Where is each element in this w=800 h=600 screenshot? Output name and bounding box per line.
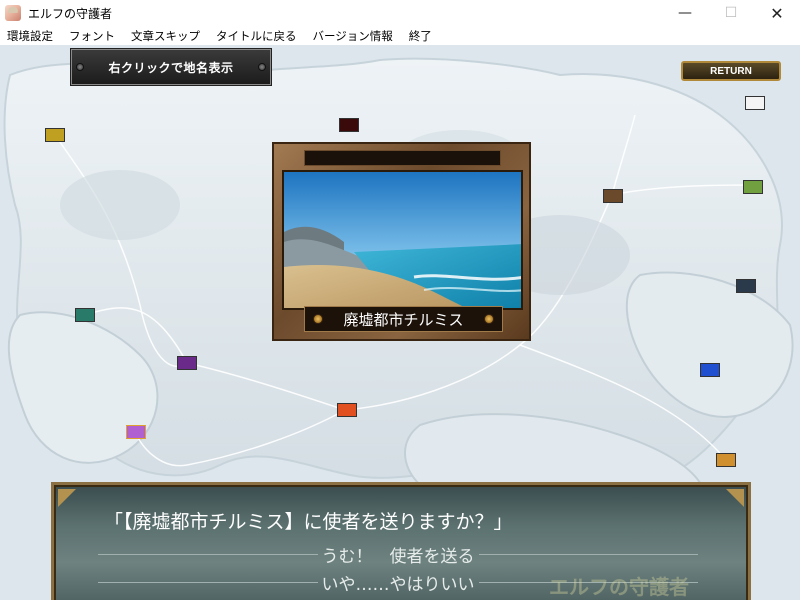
choice-send-envoy[interactable]: うむ！ 使者を送る (98, 543, 698, 567)
return-label: RETURN (710, 65, 752, 77)
return-button[interactable]: RETURN (681, 61, 781, 81)
terrain-shading (60, 170, 180, 240)
beach-illustration (284, 172, 521, 308)
menu-item-settings[interactable]: 環境設定 (0, 28, 61, 44)
hint-label: 右クリックで地名表示 (108, 60, 234, 75)
app-icon (5, 5, 21, 21)
map-marker[interactable] (700, 363, 720, 377)
ornament-icon (313, 314, 323, 324)
ornament-icon (484, 314, 494, 324)
minimize-button[interactable]: — (662, 0, 708, 26)
choice-label: いや……やはりいい (321, 574, 475, 595)
dialog-box: 「【廃墟都市チルミス】に使者を送りますか？」 うむ！ 使者を送る いや……やはり… (51, 482, 751, 600)
corner-ornament-icon (58, 489, 76, 507)
game-screen: 右クリックで地名表示 RETURN 廃墟都市チルミス 「【廃墟都市チルミス】に使… (0, 45, 800, 600)
map-marker[interactable] (45, 128, 65, 142)
choice-label: うむ！ 使者を送る (321, 546, 475, 567)
menu-item-version-info[interactable]: バージョン情報 (305, 28, 401, 44)
game-logo-watermark: エルフの守護者 (549, 575, 689, 599)
menu-bar: 環境設定 フォント 文章スキップ タイトルに戻る バージョン情報 終了 (0, 26, 800, 45)
menu-item-return-title[interactable]: タイトルに戻る (208, 28, 305, 44)
screw-icon (258, 63, 266, 71)
choice-line (98, 553, 318, 555)
map-marker[interactable] (716, 453, 736, 467)
choice-line (98, 581, 318, 583)
menu-item-font[interactable]: フォント (61, 28, 123, 44)
menu-item-skip-text[interactable]: 文章スキップ (123, 28, 208, 44)
map-marker[interactable] (745, 96, 765, 110)
location-picture (282, 170, 523, 310)
corner-ornament-icon (726, 489, 744, 507)
choice-line (478, 553, 698, 555)
map-marker-selected[interactable] (126, 425, 146, 439)
location-name-plate: 廃墟都市チルミス (304, 306, 503, 332)
map-marker[interactable] (743, 180, 763, 194)
map-marker[interactable] (177, 356, 197, 370)
map-marker[interactable] (339, 118, 359, 132)
screw-icon (76, 63, 84, 71)
close-button[interactable]: ✕ (754, 0, 800, 26)
maximize-button[interactable]: ☐ (708, 0, 754, 26)
location-preview-window: 廃墟都市チルミス (272, 142, 531, 341)
title-bar: エルフの守護者 — ☐ ✕ (0, 0, 800, 26)
map-marker[interactable] (603, 189, 623, 203)
location-header-bar (304, 150, 501, 166)
dialog-question: 「【廃墟都市チルミス】に使者を送りますか？」 (104, 511, 513, 533)
map-marker[interactable] (337, 403, 357, 417)
map-marker[interactable] (75, 308, 95, 322)
hint-panel: 右クリックで地名表示 (71, 49, 271, 85)
map-marker[interactable] (736, 279, 756, 293)
location-name: 廃墟都市チルミス (343, 310, 464, 329)
window-title: エルフの守護者 (28, 6, 113, 21)
menu-item-exit[interactable]: 終了 (401, 28, 440, 44)
